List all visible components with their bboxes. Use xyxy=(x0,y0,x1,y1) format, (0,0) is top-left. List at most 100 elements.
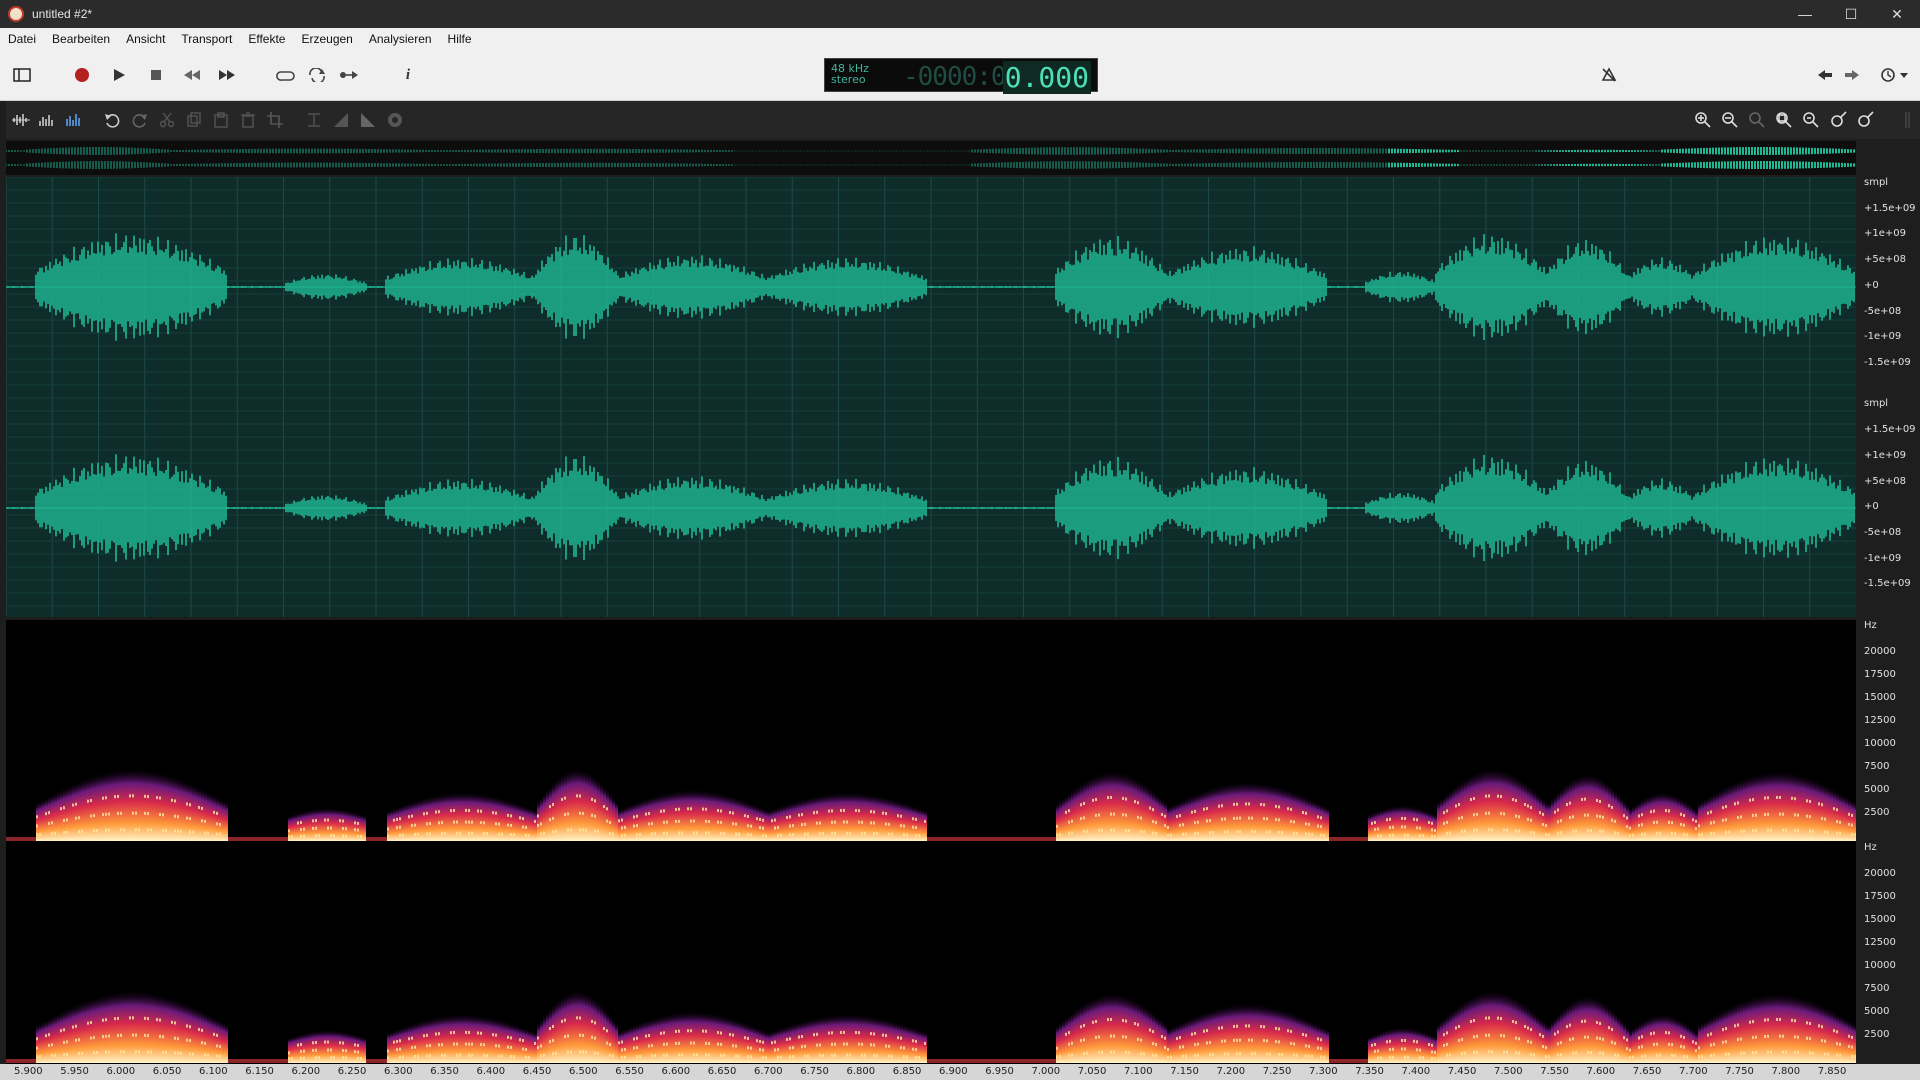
spec-tick-2-8: 2500 xyxy=(1864,1029,1890,1040)
wave-tick-2-7: -1.5e+09 xyxy=(1864,578,1911,589)
menu-item-hilfe[interactable]: Hilfe xyxy=(440,32,480,46)
wave-unit-label-2: smpl xyxy=(1864,398,1889,409)
zoom-toggle-icon[interactable] xyxy=(1800,109,1822,131)
spec-tick-1-2: 17500 xyxy=(1864,669,1896,680)
redo-icon[interactable] xyxy=(129,109,151,131)
time-axis[interactable]: 5.900 5.950 6.000 6.050 6.100 6.150 6.200 6.250… xyxy=(0,1064,1920,1080)
time-tick-label: 6.500 xyxy=(569,1066,598,1077)
time-tick-label: 6.950 xyxy=(985,1066,1014,1077)
amplitude-frequency-axis: smpl +1.5e+09 +1e+09 +5e+08 +0 -5e+08 -1… xyxy=(1858,177,1920,1065)
stop-button[interactable] xyxy=(144,63,168,87)
close-icon[interactable]: ✕ xyxy=(1874,0,1920,28)
spec-tick-2-1: 20000 xyxy=(1864,868,1896,879)
overview-strip[interactable] xyxy=(5,141,1856,175)
format-readout: 48 kHz stereo xyxy=(831,63,869,85)
time-tick-label: 7.550 xyxy=(1540,1066,1569,1077)
spec-tick-1-1: 20000 xyxy=(1864,646,1896,657)
skip-to-end-icon[interactable] xyxy=(337,63,361,87)
menu-item-erzeugen[interactable]: Erzeugen xyxy=(293,32,360,46)
crop-icon[interactable] xyxy=(264,109,286,131)
rewind-button[interactable] xyxy=(180,63,204,87)
zoom-in-icon[interactable] xyxy=(1692,109,1714,131)
time-tick-label: 6.900 xyxy=(939,1066,968,1077)
menu-item-ansicht[interactable]: Ansicht xyxy=(118,32,173,46)
spectrogram-view[interactable] xyxy=(6,620,1857,1064)
waveform-canvas xyxy=(5,176,1856,617)
normalize-icon[interactable] xyxy=(303,109,325,131)
sidebar-toggle-icon[interactable] xyxy=(10,63,34,87)
time-tick-label: 6.050 xyxy=(152,1066,182,1077)
menu-item-analysieren[interactable]: Analysieren xyxy=(361,32,440,46)
zoom-selection-icon[interactable] xyxy=(1746,109,1768,131)
time-tick-label: 7.150 xyxy=(1170,1066,1199,1077)
history-dropdown-icon[interactable] xyxy=(1878,63,1912,87)
spec-tick-1-8: 2500 xyxy=(1864,807,1890,818)
spec-tick-1-4: 12500 xyxy=(1864,715,1896,726)
info-icon[interactable]: i xyxy=(396,63,420,87)
wave-tick-2-1: +1.5e+09 xyxy=(1864,424,1916,435)
zoom-vertical-out-icon[interactable] xyxy=(1854,109,1876,131)
forward-arrow-icon[interactable] xyxy=(1840,63,1864,87)
menu-item-datei[interactable]: Datei xyxy=(0,32,44,46)
time-tick-label: 7.850 xyxy=(1817,1066,1847,1077)
channels-label: stereo xyxy=(831,73,866,86)
zoom-vertical-in-icon[interactable] xyxy=(1827,109,1849,131)
time-tick-label: 6.600 xyxy=(661,1066,691,1077)
time-tick-label: 6.150 xyxy=(245,1066,274,1077)
wave-tick-2-3: +5e+08 xyxy=(1864,476,1906,487)
wave-tick-1-6: -1e+09 xyxy=(1864,331,1902,342)
spec-tick-2-6: 7500 xyxy=(1864,983,1890,994)
zoom-fit-icon[interactable] xyxy=(1773,109,1795,131)
menu-item-transport[interactable]: Transport xyxy=(173,32,240,46)
menu-item-effekte[interactable]: Effekte xyxy=(240,32,293,46)
spec-tick-2-7: 5000 xyxy=(1864,1006,1890,1017)
spectrogram-view-icon[interactable] xyxy=(63,109,85,131)
wave-tick-1-7: -1.5e+09 xyxy=(1864,357,1911,368)
spec-tick-1-6: 7500 xyxy=(1864,761,1890,772)
copy-icon[interactable] xyxy=(183,109,205,131)
toolbar-grip-icon[interactable] xyxy=(1900,109,1916,131)
time-tick-label: 6.700 xyxy=(754,1066,783,1077)
fast-forward-button[interactable] xyxy=(215,63,239,87)
spec-unit-label-2: Hz xyxy=(1864,842,1877,853)
spec-tick-2-2: 17500 xyxy=(1864,891,1896,902)
fade-in-icon[interactable] xyxy=(330,109,352,131)
time-tick-label: 7.750 xyxy=(1725,1066,1754,1077)
menu-item-bearbeiten[interactable]: Bearbeiten xyxy=(44,32,118,46)
effect-icon[interactable] xyxy=(384,109,406,131)
time-tick-label: 6.200 xyxy=(291,1066,321,1077)
time-tick-label: 7.000 xyxy=(1031,1066,1061,1077)
time-tick-label: 6.100 xyxy=(199,1066,228,1077)
playback-meter-icon[interactable] xyxy=(1597,63,1621,87)
record-button[interactable] xyxy=(70,63,94,87)
time-tick-label: 7.050 xyxy=(1077,1066,1107,1077)
waveform-view-icon[interactable] xyxy=(10,109,32,131)
back-arrow-icon[interactable] xyxy=(1813,63,1837,87)
maximize-icon[interactable]: ☐ xyxy=(1828,0,1874,28)
time-tick-label: 7.500 xyxy=(1494,1066,1523,1077)
delete-icon[interactable] xyxy=(237,109,259,131)
zoom-out-icon[interactable] xyxy=(1719,109,1741,131)
edit-toolbar xyxy=(0,101,1920,139)
bars-view-icon[interactable] xyxy=(36,109,58,131)
spectrogram-channel-1 xyxy=(6,769,1857,841)
cut-icon[interactable] xyxy=(156,109,178,131)
minimize-icon[interactable]: — xyxy=(1782,0,1828,28)
time-tick-label: 6.750 xyxy=(800,1066,829,1077)
spec-unit-label-1: Hz xyxy=(1864,620,1877,631)
paste-icon[interactable] xyxy=(210,109,232,131)
loop-icon[interactable] xyxy=(274,63,298,87)
time-display: 48 kHz stereo -0000:00:0 0.000 xyxy=(824,58,1098,94)
fade-out-icon[interactable] xyxy=(357,109,379,131)
time-tick-label: 7.100 xyxy=(1124,1066,1153,1077)
undo-icon[interactable] xyxy=(101,109,123,131)
time-tick-label: 6.550 xyxy=(615,1066,644,1077)
play-button[interactable] xyxy=(107,63,131,87)
repeat-icon[interactable] xyxy=(305,63,329,87)
waveform-view[interactable] xyxy=(5,176,1856,617)
time-tick-label: 7.700 xyxy=(1679,1066,1708,1077)
time-tick-label: 5.950 xyxy=(60,1066,89,1077)
window-controls: — ☐ ✕ xyxy=(1782,0,1920,28)
time-tick-label: 5.900 xyxy=(14,1066,43,1077)
time-tick-label: 6.000 xyxy=(106,1066,136,1077)
